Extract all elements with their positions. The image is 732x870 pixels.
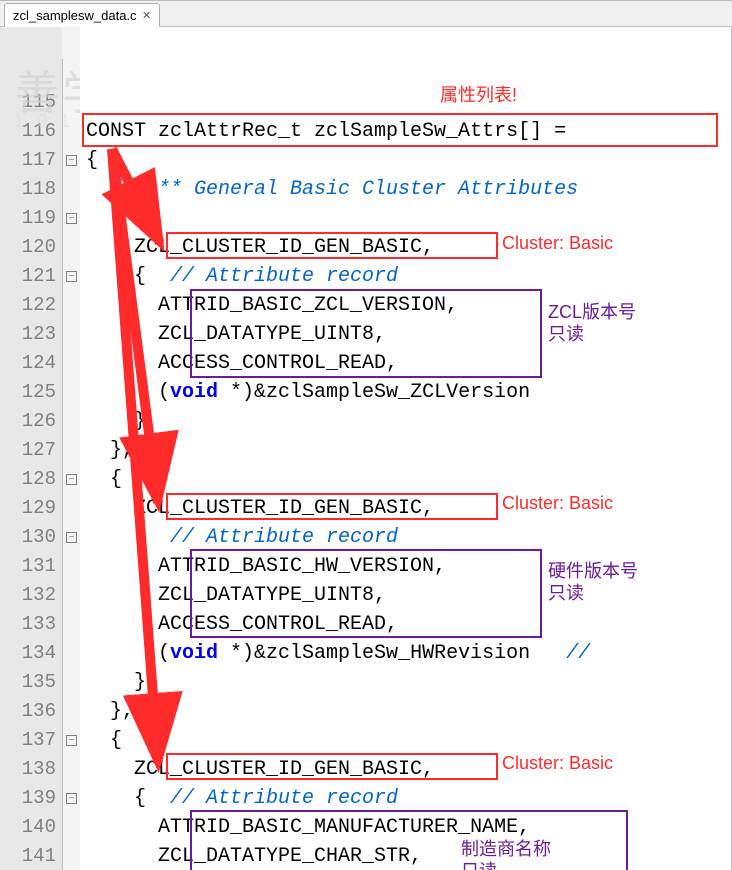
fold-cell <box>62 639 80 668</box>
code-content[interactable]: CONST zclAttrRec_t zclSampleSw_Attrs[] =… <box>80 27 731 870</box>
fold-cell <box>62 581 80 610</box>
editor-area: 善学坊 1 0 1 学 习 平 台 1151161171181191201211… <box>0 27 732 870</box>
fold-cell <box>62 813 80 842</box>
line-number: 123 <box>0 320 62 349</box>
fold-cell <box>62 552 80 581</box>
line-number: 124 <box>0 349 62 378</box>
line-number: 115 <box>0 88 62 117</box>
fold-column[interactable]: − − − − − − − <box>62 27 80 870</box>
close-icon[interactable]: ✕ <box>141 10 153 22</box>
code-line[interactable]: ZCL_DATATYPE_UINT8, <box>80 320 731 349</box>
fold-cell <box>62 668 80 697</box>
code-line[interactable]: } <box>80 668 731 697</box>
code-line[interactable]: // *** General Basic Cluster Attributes <box>80 175 731 204</box>
fold-cell <box>62 407 80 436</box>
fold-minus-icon[interactable]: − <box>66 532 77 543</box>
line-number: 130 <box>0 523 62 552</box>
fold-cell <box>62 88 80 117</box>
fold-cell[interactable]: − <box>62 146 80 175</box>
fold-cell <box>62 697 80 726</box>
code-line[interactable]: (void *)&zclSampleSw_HWRevision // <box>80 639 731 668</box>
fold-cell <box>62 378 80 407</box>
tab-bar: zcl_samplesw_data.c ✕ <box>0 1 732 27</box>
line-number: 132 <box>0 581 62 610</box>
code-line[interactable]: ZCL_CLUSTER_ID_GEN_BASIC, <box>80 755 731 784</box>
line-number: 138 <box>0 755 62 784</box>
fold-minus-icon[interactable]: − <box>66 793 77 804</box>
fold-minus-icon[interactable]: − <box>66 155 77 166</box>
code-line[interactable]: { <box>80 204 731 233</box>
fold-cell <box>62 842 80 870</box>
line-number-gutter: 1151161171181191201211221231241251261271… <box>0 27 62 870</box>
line-number: 128 <box>0 465 62 494</box>
line-number: 129 <box>0 494 62 523</box>
code-line[interactable]: ZCL_CLUSTER_ID_GEN_BASIC, <box>80 233 731 262</box>
line-number: 121 <box>0 262 62 291</box>
code-line[interactable]: ZCL_DATATYPE_CHAR_STR, <box>80 842 731 870</box>
fold-cell[interactable]: − <box>62 465 80 494</box>
code-line[interactable]: { <box>80 465 731 494</box>
fold-cell[interactable]: − <box>62 262 80 291</box>
line-number: 126 <box>0 407 62 436</box>
line-number: 141 <box>0 842 62 870</box>
file-tab[interactable]: zcl_samplesw_data.c ✕ <box>4 3 160 27</box>
line-number: 133 <box>0 610 62 639</box>
fold-cell <box>62 610 80 639</box>
fold-cell[interactable]: − <box>62 726 80 755</box>
line-number <box>0 59 62 88</box>
code-line[interactable]: }, <box>80 697 731 726</box>
fold-cell[interactable]: − <box>62 784 80 813</box>
fold-cell <box>62 436 80 465</box>
line-number: 122 <box>0 291 62 320</box>
code-line[interactable]: ATTRID_BASIC_ZCL_VERSION, <box>80 291 731 320</box>
line-number: 125 <box>0 378 62 407</box>
fold-minus-icon[interactable]: − <box>66 271 77 282</box>
fold-cell <box>62 233 80 262</box>
fold-minus-icon[interactable]: − <box>66 213 77 224</box>
fold-cell <box>62 494 80 523</box>
fold-cell <box>62 349 80 378</box>
code-line[interactable]: { // Attribute record <box>80 262 731 291</box>
code-line[interactable] <box>80 59 731 88</box>
fold-cell <box>62 291 80 320</box>
code-line[interactable]: (void *)&zclSampleSw_ZCLVersion <box>80 378 731 407</box>
line-number: 118 <box>0 175 62 204</box>
line-number: 135 <box>0 668 62 697</box>
line-number: 117 <box>0 146 62 175</box>
line-number: 134 <box>0 639 62 668</box>
line-number: 116 <box>0 117 62 146</box>
line-number: 120 <box>0 233 62 262</box>
code-line[interactable]: ATTRID_BASIC_HW_VERSION, <box>80 552 731 581</box>
code-line[interactable]: { // Attribute record <box>80 523 731 552</box>
fold-cell <box>62 59 80 88</box>
line-number: 139 <box>0 784 62 813</box>
code-line[interactable]: }, <box>80 436 731 465</box>
code-line[interactable]: CONST zclAttrRec_t zclSampleSw_Attrs[] = <box>80 117 731 146</box>
fold-cell[interactable]: − <box>62 204 80 233</box>
fold-cell <box>62 755 80 784</box>
line-number: 136 <box>0 697 62 726</box>
code-line[interactable]: { // Attribute record <box>80 784 731 813</box>
code-line[interactable]: { <box>80 146 731 175</box>
code-line[interactable]: ZCL_DATATYPE_UINT8, <box>80 581 731 610</box>
code-line[interactable] <box>80 88 731 117</box>
line-number: 131 <box>0 552 62 581</box>
code-line[interactable]: ACCESS_CONTROL_READ, <box>80 349 731 378</box>
code-line[interactable]: ACCESS_CONTROL_READ, <box>80 610 731 639</box>
fold-cell <box>62 320 80 349</box>
line-number: 119 <box>0 204 62 233</box>
line-number: 140 <box>0 813 62 842</box>
fold-cell <box>62 175 80 204</box>
line-number: 127 <box>0 436 62 465</box>
fold-cell[interactable]: − <box>62 523 80 552</box>
code-line[interactable]: ATTRID_BASIC_MANUFACTURER_NAME, <box>80 813 731 842</box>
code-line[interactable]: } <box>80 407 731 436</box>
code-line[interactable]: { <box>80 726 731 755</box>
code-line[interactable]: ZCL_CLUSTER_ID_GEN_BASIC, <box>80 494 731 523</box>
fold-cell <box>62 117 80 146</box>
fold-minus-icon[interactable]: − <box>66 735 77 746</box>
line-number: 137 <box>0 726 62 755</box>
fold-minus-icon[interactable]: − <box>66 474 77 485</box>
tab-filename: zcl_samplesw_data.c <box>13 8 137 23</box>
